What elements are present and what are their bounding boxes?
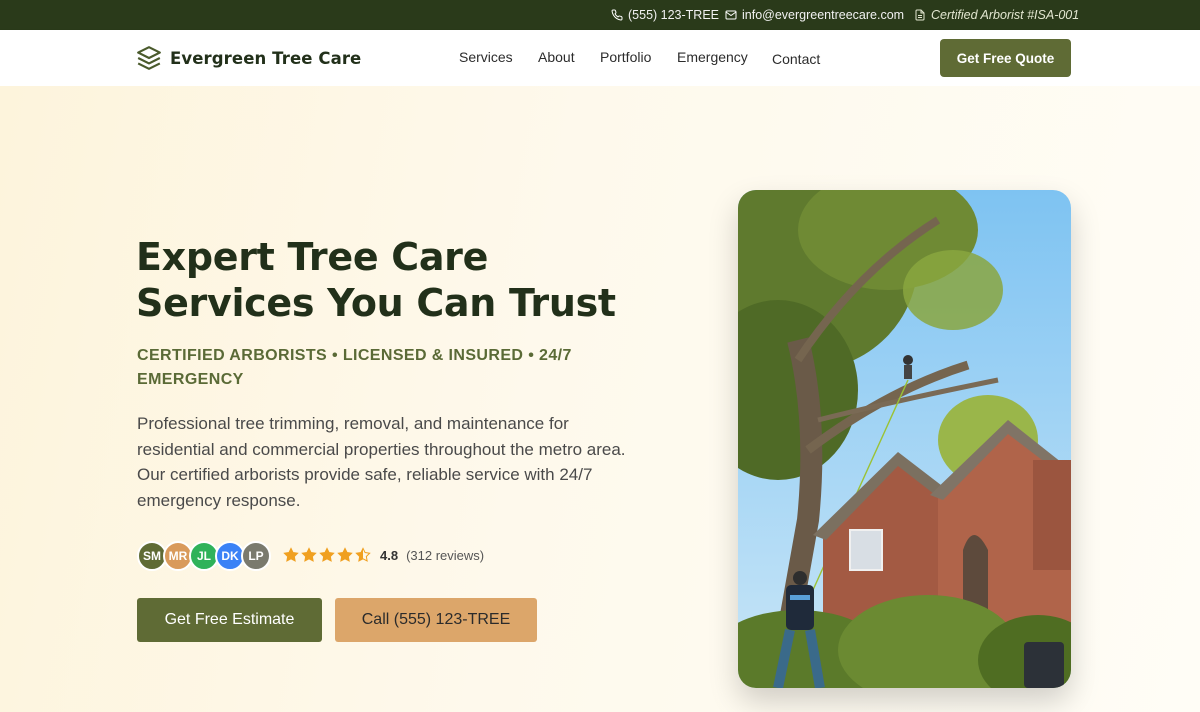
rating-score: 4.8: [380, 547, 399, 563]
nav-link-about[interactable]: About: [538, 49, 575, 65]
brand-name: Evergreen Tree Care: [170, 48, 362, 68]
document-icon: [915, 9, 925, 21]
star-full-icon: [319, 547, 335, 562]
hero-title-line2: Services You Can Trust: [136, 281, 616, 325]
star-full-icon: [301, 547, 317, 562]
call-phone-button[interactable]: Call (555) 123-TREE: [335, 598, 537, 642]
nav-link-portfolio[interactable]: Portfolio: [600, 49, 651, 65]
phone-icon: [611, 9, 623, 21]
nav-link-emergency[interactable]: Emergency: [677, 49, 748, 65]
rating-stars: [283, 547, 371, 563]
hero-subtitle: CERTIFIED ARBORISTS • LICENSED & INSURED…: [137, 347, 572, 388]
rating-review-count: (312 reviews): [406, 547, 485, 563]
star-full-icon: [283, 547, 299, 562]
avatar: LP: [241, 541, 271, 571]
phone-contact[interactable]: (555) 123-TREE: [611, 8, 719, 22]
main-navigation: Evergreen Tree Care Services About Portf…: [0, 30, 1200, 86]
certification-text: Certified Arborist #ISA-001: [931, 8, 1080, 22]
hero-section: Expert Tree Care Services You Can Trust …: [0, 86, 1200, 712]
get-free-quote-button[interactable]: Get Free Quote: [940, 39, 1071, 77]
hero-description: Professional tree trimming, removal, and…: [137, 414, 626, 510]
star-half-icon: [355, 547, 371, 562]
brand-logo[interactable]: Evergreen Tree Care: [136, 45, 361, 71]
hero-title-line1: Expert Tree Care: [136, 235, 489, 279]
get-free-estimate-button[interactable]: Get Free Estimate: [137, 598, 322, 642]
nav-link-contact[interactable]: Contact: [772, 51, 820, 67]
email-address: info@evergreentreecare.com: [742, 8, 905, 22]
layers-logo-icon: [137, 46, 161, 70]
top-info-bar: (555) 123-TREE info@evergreentreecare.co…: [0, 0, 1200, 30]
star-rating: 4.8 (312 reviews): [283, 547, 484, 563]
email-contact[interactable]: info@evergreentreecare.com: [725, 8, 904, 22]
phone-number: (555) 123-TREE: [628, 8, 720, 22]
nav-link-services[interactable]: Services: [459, 49, 513, 65]
star-full-icon: [337, 547, 353, 562]
arborist-house-illustration: [738, 190, 1071, 688]
certification-info: Certified Arborist #ISA-001: [914, 8, 1079, 22]
hero-title: Expert Tree Care Services You Can Trust: [136, 234, 656, 326]
hero-tree-photo: [738, 190, 1071, 688]
mail-icon: [725, 10, 737, 20]
